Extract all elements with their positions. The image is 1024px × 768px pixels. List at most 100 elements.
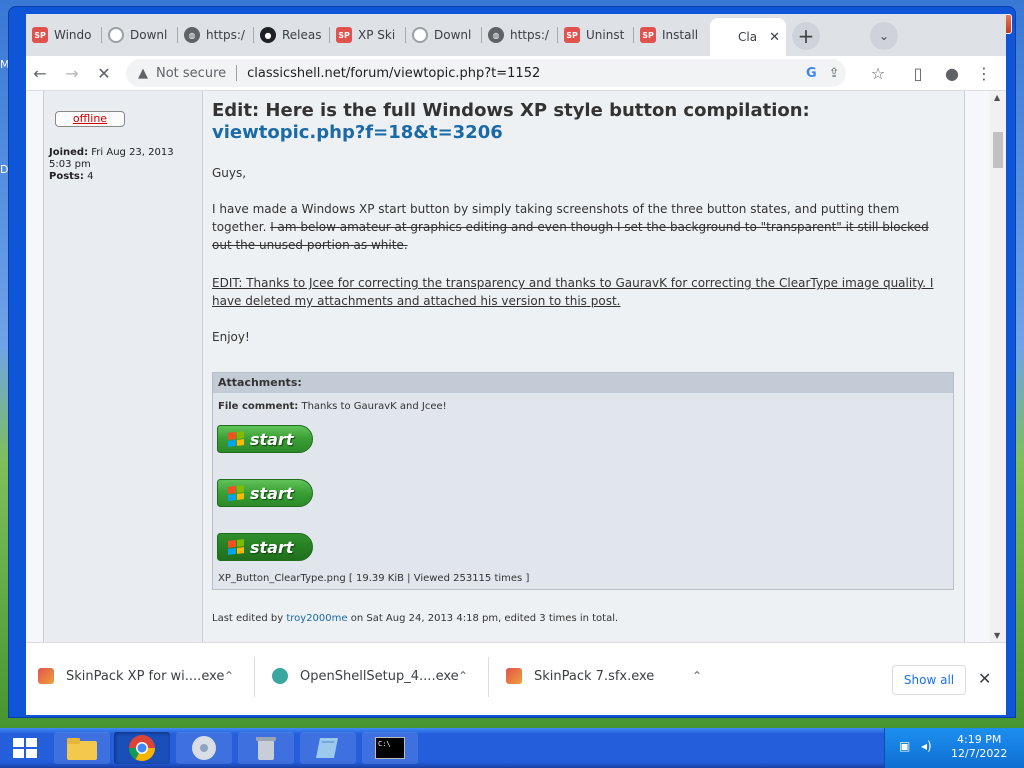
recycle-bin-icon[interactable]: [238, 732, 294, 764]
page-scrollbar[interactable]: ▲ ▼: [990, 91, 1006, 642]
tab-label: Downl: [434, 28, 472, 42]
chrome-icon[interactable]: [114, 732, 170, 764]
tab-label: https:/: [510, 28, 549, 42]
scroll-down-arrow-icon[interactable]: ▼: [994, 631, 1000, 640]
forum-page: offline Joined: Fri Aug 23, 2013 5:03 pm…: [26, 91, 1006, 642]
joined-label: Joined:: [49, 147, 89, 158]
command-prompt-icon[interactable]: C:\: [362, 732, 418, 764]
tab-releases[interactable]: ● Releas: [254, 22, 330, 48]
tab-label: Windo: [54, 28, 92, 42]
download-filename: SkinPack 7.sfx.exe: [534, 668, 655, 684]
tab-label: Install: [662, 28, 699, 42]
start-word: start: [250, 537, 294, 557]
tab-install[interactable]: SP Install: [634, 22, 710, 48]
profile-avatar-icon[interactable]: ●: [940, 61, 964, 85]
new-tab-button[interactable]: +: [792, 22, 820, 50]
download-filename: OpenShellSetup_4....exe: [300, 668, 459, 684]
chevron-up-icon[interactable]: ⌃: [692, 669, 702, 683]
chevron-up-icon[interactable]: ⌃: [224, 669, 234, 683]
share-icon[interactable]: ⇪: [829, 66, 840, 81]
spinner-icon: [412, 27, 428, 43]
download-item-skinpack-xp[interactable]: SkinPack XP for wi....exe ⌃: [38, 653, 234, 699]
tab-classicshell-active[interactable]: Cla ✕: [710, 18, 786, 56]
poster-meta: Joined: Fri Aug 23, 2013 5:03 pm Posts: …: [49, 147, 199, 183]
bookmark-star-icon[interactable]: ☆: [866, 61, 890, 85]
online-status-badge[interactable]: offline: [55, 111, 125, 127]
download-item-skinpack-7[interactable]: SkinPack 7.sfx.exe ⌃: [506, 653, 702, 699]
forum-post: offline Joined: Fri Aug 23, 2013 5:03 pm…: [43, 91, 965, 642]
browser-toolbar: ← → ✕ ▲ Not secure classicshell.net/foru…: [26, 56, 1006, 91]
posts-label: Posts:: [49, 171, 84, 182]
tab-label: XP Ski: [358, 28, 396, 42]
tab-https-2[interactable]: ◍ https:/: [482, 22, 558, 48]
subject-text: Edit: Here is the full Windows XP style …: [212, 100, 810, 121]
address-bar[interactable]: ▲ Not secure classicshell.net/forum/view…: [126, 59, 846, 87]
xp-start-button-normal[interactable]: start: [217, 425, 313, 453]
chevron-up-icon[interactable]: ⌃: [458, 669, 468, 683]
url-text[interactable]: classicshell.net/forum/viewtopic.php?t=1…: [247, 66, 540, 81]
tab-uninstall[interactable]: SP Uninst: [558, 22, 634, 48]
windows-logo-icon: [228, 485, 244, 501]
close-tab-icon[interactable]: ✕: [769, 30, 780, 45]
attachments-box: Attachments: File comment: Thanks to Gau…: [212, 372, 954, 590]
file-explorer-icon[interactable]: [54, 732, 110, 764]
xp-start-button-hover[interactable]: start: [217, 479, 313, 507]
last-edit-user-link[interactable]: troy2000me: [286, 613, 347, 624]
skinpack-icon: SP: [32, 27, 48, 43]
body-paragraph: I have made a Windows XP start button by…: [212, 200, 952, 254]
browser-content: SP Windo Downl ◍ https:/ ● Releas SP XP …: [26, 14, 1006, 715]
close-downloads-bar-icon[interactable]: ✕: [978, 669, 991, 688]
start-word: start: [250, 483, 294, 503]
start-button[interactable]: [0, 728, 50, 768]
download-item-openshell[interactable]: OpenShellSetup_4....exe ⌃: [272, 653, 468, 699]
tab-xp-skin[interactable]: SP XP Ski: [330, 22, 406, 48]
notepad-icon[interactable]: [300, 732, 356, 764]
media-player-icon[interactable]: [176, 732, 232, 764]
warning-icon: ▲: [138, 65, 148, 81]
tab-strip: SP Windo Downl ◍ https:/ ● Releas SP XP …: [26, 14, 1006, 56]
loading-icon: [716, 29, 732, 45]
security-status[interactable]: Not secure: [156, 66, 226, 81]
windows-logo-icon: [228, 431, 244, 447]
spinner-icon: [108, 27, 124, 43]
last-edit-suffix: on Sat Aug 24, 2013 4:18 pm, edited 3 ti…: [347, 613, 619, 624]
google-lens-icon[interactable]: G: [806, 66, 817, 81]
skinpack-icon: SP: [564, 27, 580, 43]
github-icon: ●: [260, 27, 276, 43]
network-icon[interactable]: ▣: [899, 739, 910, 753]
closing: Enjoy!: [212, 330, 250, 344]
attachment-file-info: XP_Button_ClearType.png [ 19.39 KiB | Vi…: [218, 573, 530, 584]
scrollbar-thumb[interactable]: [993, 132, 1003, 168]
stop-loading-button[interactable]: ✕: [92, 61, 116, 85]
tab-label: Cla: [738, 30, 758, 44]
show-all-downloads-button[interactable]: Show all: [892, 665, 966, 695]
file-comment-text: Thanks to GauravK and Jcee!: [301, 401, 447, 412]
last-edit-prefix: Last edited by: [212, 613, 287, 624]
shell-icon: [272, 668, 288, 684]
volume-icon[interactable]: ◂): [921, 739, 932, 753]
windows-logo-icon: [228, 539, 244, 555]
tab-label: https:/: [206, 28, 245, 42]
attachments-header: Attachments:: [213, 373, 953, 393]
tab-download-1[interactable]: Downl: [102, 22, 178, 48]
scroll-up-arrow-icon[interactable]: ▲: [994, 93, 1000, 102]
forward-button[interactable]: →: [60, 61, 84, 85]
clock-time: 4:19 PM: [957, 733, 1002, 746]
xp-start-button-pressed[interactable]: start: [217, 533, 313, 561]
tab-https-1[interactable]: ◍ https:/: [178, 22, 254, 48]
menu-kebab-icon[interactable]: ⋮: [972, 61, 996, 85]
tab-windows[interactable]: SP Windo: [26, 22, 102, 48]
globe-icon: ◍: [488, 27, 504, 43]
subject-link[interactable]: viewtopic.php?f=18&t=3206: [212, 122, 503, 143]
tab-download-2[interactable]: Downl: [406, 22, 482, 48]
installer-icon: [506, 668, 522, 684]
tab-label: Uninst: [586, 28, 625, 42]
system-clock[interactable]: 4:19 PM 12/7/2022: [951, 733, 1007, 761]
poster-profile: offline Joined: Fri Aug 23, 2013 5:03 pm…: [44, 91, 203, 642]
back-button[interactable]: ←: [28, 61, 52, 85]
download-filename: SkinPack XP for wi....exe: [66, 668, 225, 684]
tab-label: Downl: [130, 28, 168, 42]
tab-search-button[interactable]: ⌄: [870, 22, 898, 50]
taskbar: C:\ ▣ ◂) 4:19 PM 12/7/2022: [0, 728, 1024, 768]
side-panel-icon[interactable]: ▯: [906, 61, 930, 85]
